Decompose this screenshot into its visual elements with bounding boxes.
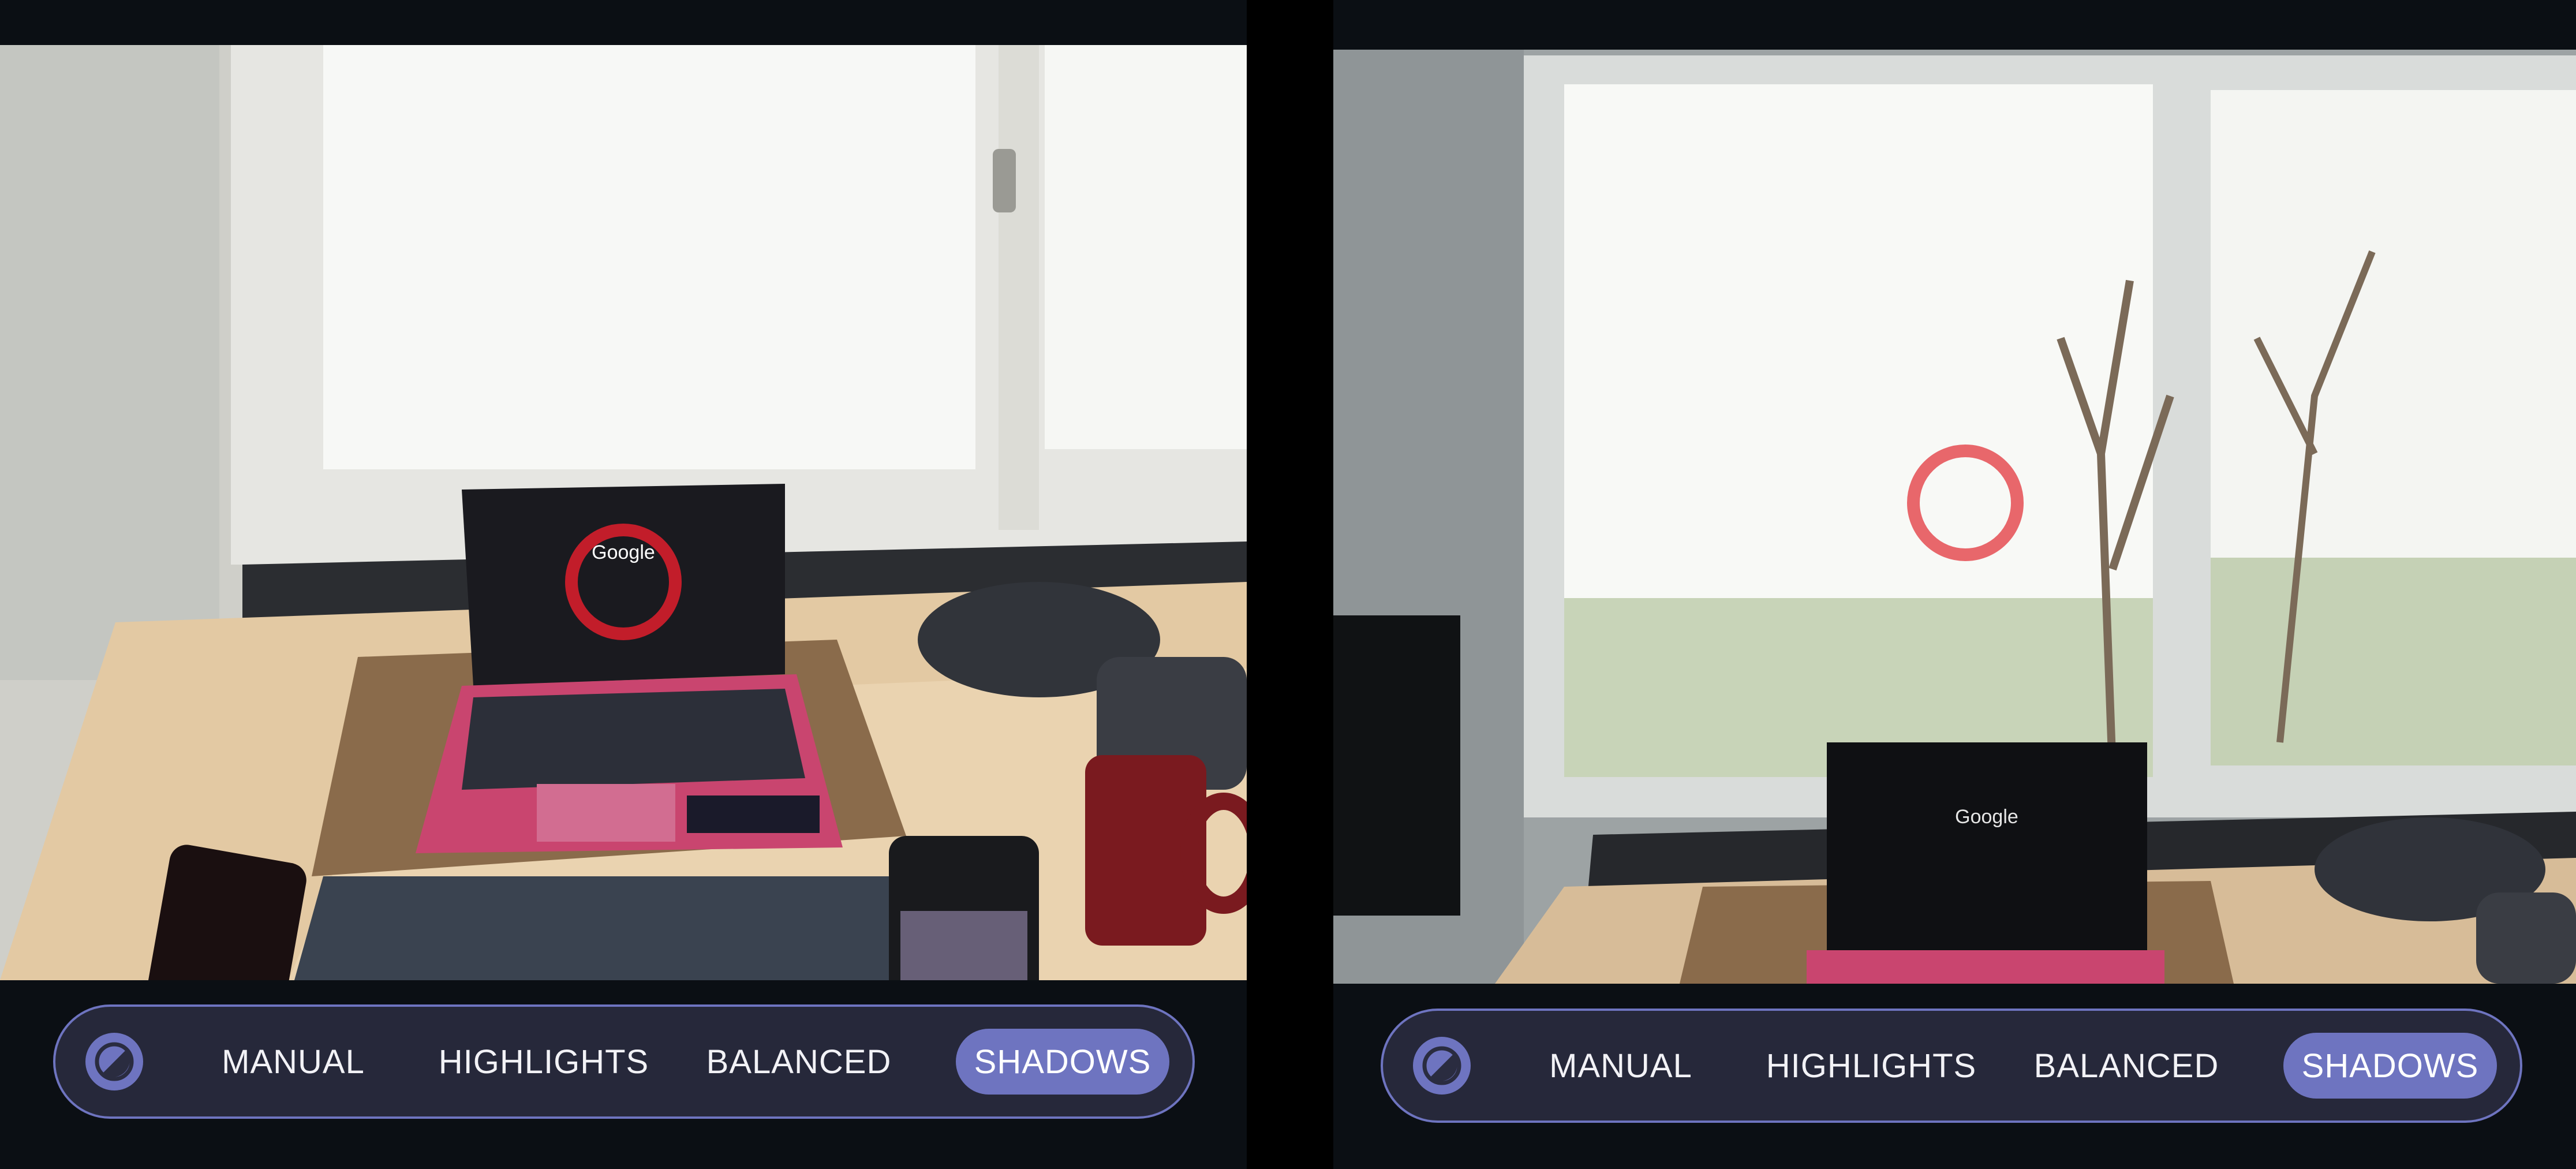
camera-viewfinder[interactable]: Google <box>1333 50 2576 984</box>
mode-highlights-button[interactable]: HIGHLIGHTS <box>1750 1033 1992 1099</box>
exposure-icon[interactable] <box>85 1033 143 1090</box>
mode-balanced-button[interactable]: BALANCED <box>693 1029 905 1095</box>
camera-preview-image: Google <box>0 45 1247 980</box>
mode-shadows-button[interactable]: SHADOWS <box>2283 1033 2497 1099</box>
mode-highlights-button[interactable]: HIGHLIGHTS <box>423 1029 665 1095</box>
mode-shadows-button[interactable]: SHADOWS <box>956 1029 1169 1095</box>
exposure-mode-bar: MANUAL HIGHLIGHTS BALANCED SHADOWS <box>1381 1009 2522 1123</box>
panel-divider <box>1247 0 1333 1169</box>
exposure-icon[interactable] <box>1413 1037 1471 1095</box>
laptop-screen-text: Google <box>1955 806 2018 828</box>
camera-panel-left: Google MANUAL HIGHLIGHTS BALANCED SHADOW… <box>0 0 1247 1169</box>
mode-balanced-button[interactable]: BALANCED <box>2020 1033 2233 1099</box>
exposure-mode-bar: MANUAL HIGHLIGHTS BALANCED SHADOWS <box>53 1004 1195 1119</box>
mode-manual-button[interactable]: MANUAL <box>1534 1033 1707 1099</box>
camera-preview-image: Google <box>1333 50 2576 984</box>
camera-panel-right: Google MANUAL HIGHLIGHTS BALANCED SHADOW… <box>1333 0 2576 1169</box>
laptop-screen-text: Google <box>592 541 655 563</box>
camera-viewfinder[interactable]: Google <box>0 45 1247 980</box>
mode-manual-button[interactable]: MANUAL <box>207 1029 380 1095</box>
